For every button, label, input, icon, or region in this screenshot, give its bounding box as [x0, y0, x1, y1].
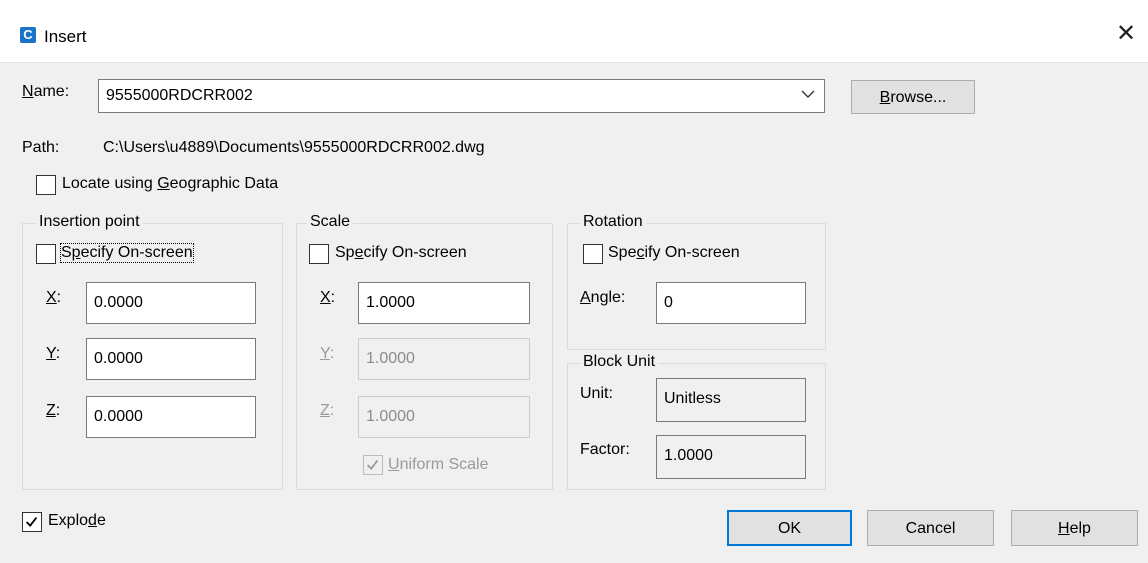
scale-specify-label: Specify On-screen	[335, 244, 467, 261]
uniform-scale-label: Uniform Scale	[388, 456, 489, 473]
name-label: Name:	[22, 83, 70, 100]
insertion-y-input[interactable]: 0.0000	[86, 338, 256, 380]
title-bar	[0, 0, 1148, 63]
chevron-down-icon[interactable]	[800, 86, 816, 102]
insertion-z-label: Z:	[46, 402, 61, 419]
rotation-specify-checkbox[interactable]	[583, 244, 603, 264]
insertion-x-label: X:	[46, 289, 62, 306]
rotation-specify-label: Specify On-screen	[608, 244, 740, 261]
scale-x-input[interactable]: 1.0000	[358, 282, 530, 324]
scale-specify-checkbox[interactable]	[309, 244, 329, 264]
block-unit-legend: Block Unit	[580, 353, 659, 371]
factor-label: Factor:	[580, 441, 630, 458]
geo-label: Locate using Geographic Data	[62, 175, 279, 192]
path-value: C:\Users\u4889\Documents\9555000RDCRR002…	[103, 139, 485, 156]
app-icon: C	[20, 27, 36, 43]
insertion-z-input[interactable]: 0.0000	[86, 396, 256, 438]
rotation-legend: Rotation	[580, 213, 646, 231]
browse-button[interactable]: Browse...	[851, 80, 975, 114]
ok-button[interactable]: OK	[727, 510, 852, 546]
scale-legend: Scale	[307, 213, 354, 231]
insertion-specify-checkbox[interactable]	[36, 244, 56, 264]
unit-label: Unit:	[580, 385, 613, 402]
insertion-legend: Insertion point	[36, 213, 143, 231]
insertion-x-input[interactable]: 0.0000	[86, 282, 256, 324]
help-button[interactable]: Help	[1011, 510, 1138, 546]
scale-z-input: 1.0000	[358, 396, 530, 438]
factor-value: 1.0000	[656, 435, 806, 479]
uniform-scale-checkbox	[363, 455, 383, 475]
scale-z-label: Z:	[320, 402, 335, 419]
scale-y-input: 1.0000	[358, 338, 530, 380]
checkmark-icon	[366, 459, 379, 470]
insertion-y-label: Y:	[46, 345, 61, 362]
explode-label: Explode	[48, 512, 106, 529]
geo-checkbox[interactable]	[36, 175, 56, 195]
scale-x-label: X:	[320, 289, 336, 306]
explode-checkbox[interactable]	[22, 512, 42, 532]
cancel-button[interactable]: Cancel	[867, 510, 994, 546]
window-title: Insert	[44, 27, 87, 46]
angle-input[interactable]: 0	[656, 282, 806, 324]
unit-value: Unitless	[656, 378, 806, 422]
checkmark-icon	[25, 516, 38, 527]
name-combobox[interactable]: 9555000RDCRR002	[98, 79, 825, 113]
path-label: Path:	[22, 139, 60, 156]
close-icon[interactable]: ✕	[1116, 22, 1136, 46]
angle-label: Angle:	[580, 289, 626, 306]
scale-y-label: Y:	[320, 345, 335, 362]
name-value: 9555000RDCRR002	[106, 87, 253, 104]
insertion-specify-label: Specify On-screen	[60, 243, 194, 263]
